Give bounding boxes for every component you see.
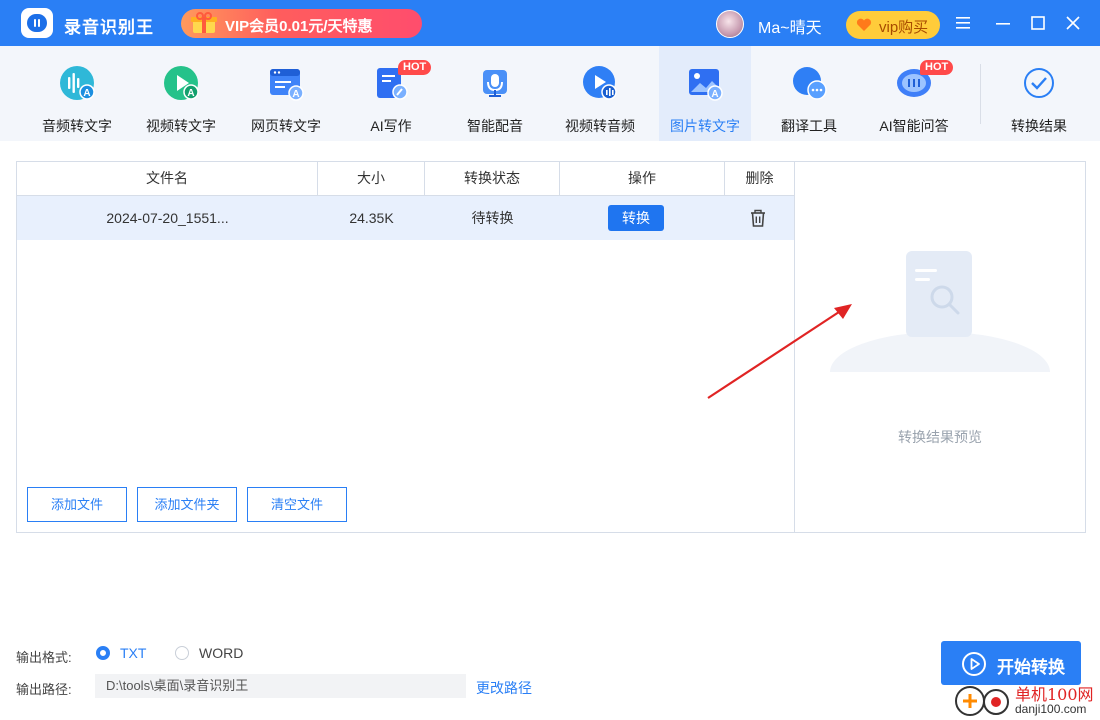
tool-translate[interactable]: 翻译工具 xyxy=(757,46,861,141)
svg-text:A: A xyxy=(711,89,718,100)
menu-icon[interactable] xyxy=(952,12,974,34)
output-path-field[interactable] xyxy=(95,674,466,698)
tool-image-to-text[interactable]: A 图片转文字 xyxy=(659,46,751,141)
toolbar-divider xyxy=(980,64,981,124)
tool-label: 转换结果 xyxy=(1011,118,1067,134)
file-status: 待转换 xyxy=(471,210,514,226)
title-bar: 录音识别王 VIP会员0.01元/天特惠 Ma~晴天 vip购买 xyxy=(0,0,1100,46)
minimize-icon[interactable] xyxy=(992,12,1014,34)
svg-text:A: A xyxy=(83,88,90,99)
start-conversion-button[interactable]: 开始转换 xyxy=(941,641,1081,685)
app-logo-icon xyxy=(21,8,53,38)
file-list-panel: 文件名 大小 转换状态 操作 删除 2024-07-20_1551... 24.… xyxy=(16,161,795,533)
add-folder-button[interactable]: 添加文件夹 xyxy=(137,487,237,522)
tool-video-to-text[interactable]: A 视频转文字 xyxy=(129,46,233,141)
tool-label: 智能配音 xyxy=(467,118,523,134)
tool-label: AI智能问答 xyxy=(879,118,949,134)
add-file-button[interactable]: 添加文件 xyxy=(27,487,127,522)
tool-label: 翻译工具 xyxy=(781,118,837,134)
play-circle-icon xyxy=(962,652,986,676)
translate-icon xyxy=(793,67,827,100)
tool-label: 视频转音频 xyxy=(565,118,635,134)
video-to-text-icon: A xyxy=(164,66,199,100)
feature-toolbar: A 音频转文字 A 视频转文字 A 网页转文字 HOT AI写作 智能配音 视频… xyxy=(0,46,1100,141)
watermark-site: danji100.com xyxy=(1015,702,1087,716)
tool-label: 视频转文字 xyxy=(146,118,216,134)
svg-text:A: A xyxy=(292,89,299,100)
hot-badge: HOT xyxy=(920,60,954,75)
watermark-logo-icon xyxy=(955,686,1009,716)
tool-label: 音频转文字 xyxy=(42,118,112,134)
vip-promo-text: VIP会员0.01元/天特惠 xyxy=(225,18,373,35)
preview-placeholder: 转换结果预览 xyxy=(898,429,982,445)
check-circle-icon xyxy=(1024,68,1054,98)
svg-text:A: A xyxy=(187,88,194,99)
tool-label: AI写作 xyxy=(370,118,412,134)
table-header: 文件名 大小 转换状态 操作 删除 xyxy=(17,162,794,196)
vip-buy-button[interactable]: vip购买 xyxy=(846,11,940,39)
change-path-link[interactable]: 更改路径 xyxy=(476,678,532,698)
heart-icon xyxy=(856,18,872,31)
column-header-filename: 文件名 xyxy=(17,162,318,195)
format-option-txt[interactable]: TXT xyxy=(120,645,146,661)
audio-to-text-icon: A xyxy=(60,66,95,100)
column-header-size: 大小 xyxy=(318,162,425,195)
tool-label: 图片转文字 xyxy=(670,118,740,134)
tool-label: 网页转文字 xyxy=(251,118,321,134)
hot-badge: HOT xyxy=(398,60,432,75)
avatar[interactable] xyxy=(716,10,744,38)
vip-promo-banner[interactable]: VIP会员0.01元/天特惠 xyxy=(181,9,422,38)
clear-files-button[interactable]: 清空文件 xyxy=(247,487,347,522)
format-radio-txt[interactable] xyxy=(96,646,110,660)
close-icon[interactable] xyxy=(1062,12,1084,34)
tool-ai-chat[interactable]: HOT AI智能问答 xyxy=(862,46,966,141)
format-radio-word[interactable] xyxy=(175,646,189,660)
maximize-icon[interactable] xyxy=(1027,12,1049,34)
app-title: 录音识别王 xyxy=(64,18,154,37)
tool-conversion-results[interactable]: 转换结果 xyxy=(987,46,1091,141)
annotation-arrow xyxy=(707,304,852,399)
output-path-label: 输出路径: xyxy=(16,682,72,697)
format-option-word[interactable]: WORD xyxy=(199,645,243,661)
file-size: 24.35K xyxy=(349,210,394,226)
trash-icon[interactable] xyxy=(749,208,767,228)
output-format-label: 输出格式: xyxy=(16,650,72,665)
video-to-audio-icon xyxy=(583,66,617,100)
table-row[interactable]: 2024-07-20_1551... 24.35K 待转换 转换 xyxy=(17,196,794,240)
webpage-to-text-icon: A xyxy=(270,69,304,101)
column-header-delete: 删除 xyxy=(745,170,774,186)
gift-icon xyxy=(191,12,217,33)
column-header-status: 转换状态 xyxy=(425,162,560,195)
image-to-text-icon: A xyxy=(689,69,723,101)
convert-button[interactable]: 转换 xyxy=(608,205,664,231)
username[interactable]: Ma~晴天 xyxy=(758,14,822,38)
microphone-icon xyxy=(483,70,507,97)
site-watermark: 单机100网 danji100.com xyxy=(953,680,1100,720)
vip-buy-label: vip购买 xyxy=(879,19,929,36)
column-header-action: 操作 xyxy=(560,162,725,195)
tool-smart-dubbing[interactable]: 智能配音 xyxy=(443,46,547,141)
tool-video-to-audio[interactable]: 视频转音频 xyxy=(548,46,652,141)
tool-audio-to-text[interactable]: A 音频转文字 xyxy=(25,46,129,141)
file-name: 2024-07-20_1551... xyxy=(106,210,229,226)
tool-ai-writing[interactable]: HOT AI写作 xyxy=(339,46,443,141)
tool-webpage-to-text[interactable]: A 网页转文字 xyxy=(234,46,338,141)
start-conversion-label: 开始转换 xyxy=(997,658,1065,677)
